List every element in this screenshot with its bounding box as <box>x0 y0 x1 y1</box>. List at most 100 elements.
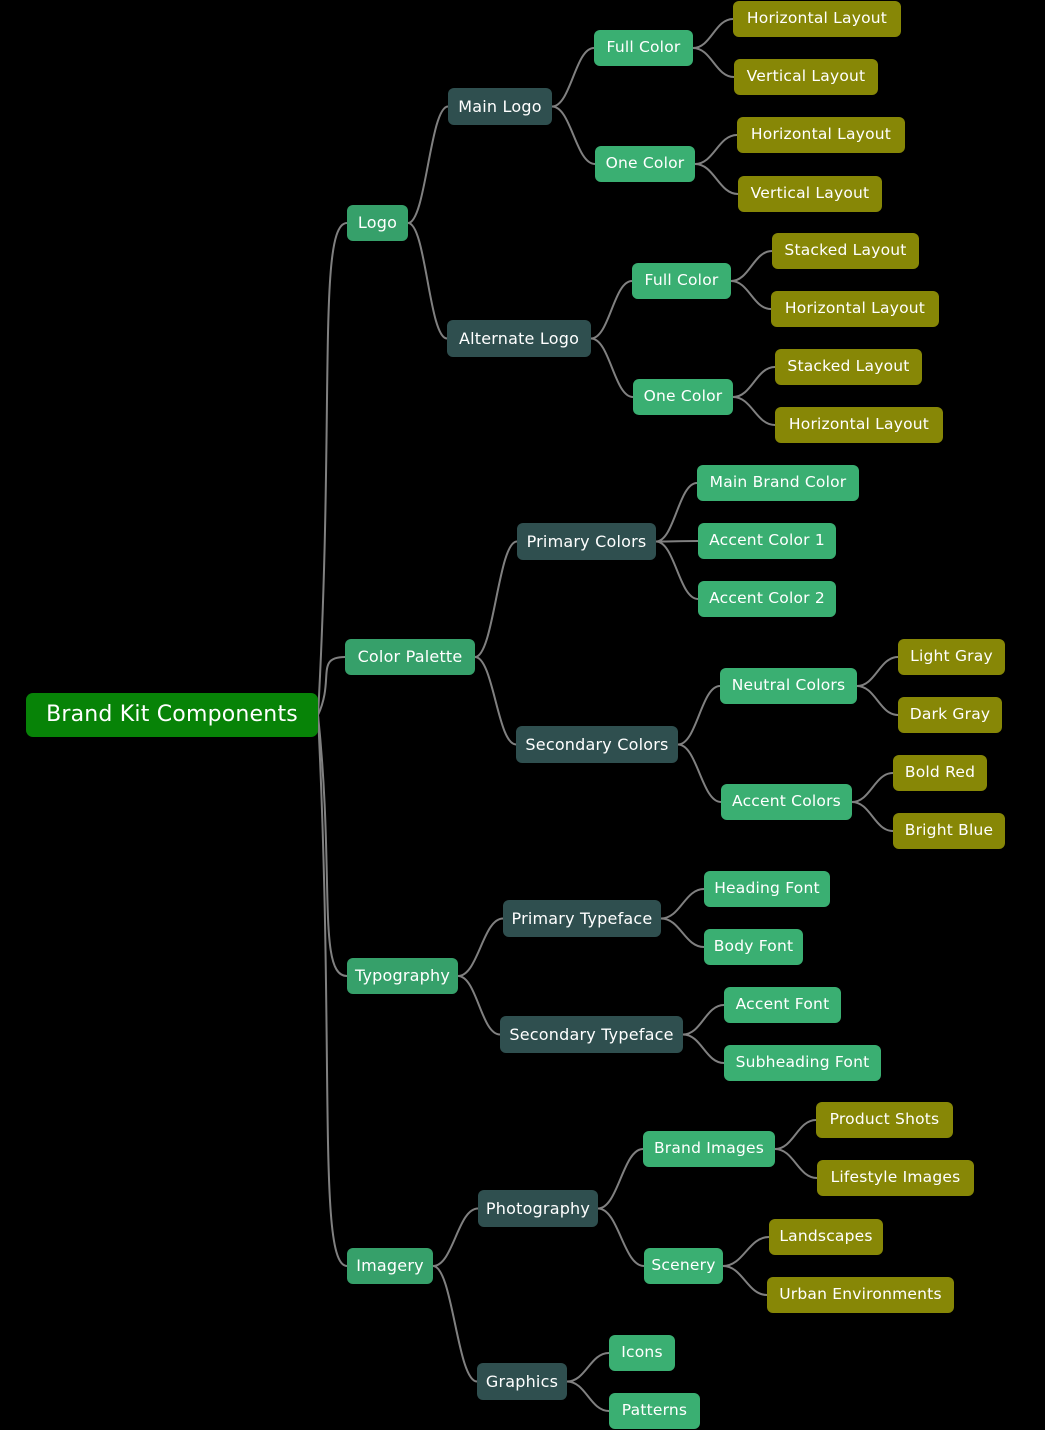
node-logo-main-full-h[interactable]: Horizontal Layout <box>733 1 901 37</box>
node-label: Color Palette <box>357 647 463 666</box>
node-label: Subheading Font <box>735 1053 870 1072</box>
edge-logo-main-full-to-logo-main-full-v <box>692 47 735 78</box>
node-img-graphics-patterns[interactable]: Patterns <box>609 1393 700 1429</box>
edge-img-photography-to-img-scenery <box>597 1207 645 1267</box>
edge-typography-to-type-primary <box>457 917 504 977</box>
edge-root-to-imagery <box>317 714 348 1267</box>
node-type-secondary-accent[interactable]: Accent Font <box>724 987 841 1023</box>
node-logo-main-full[interactable]: Full Color <box>594 30 693 66</box>
node-logo-main-one-v[interactable]: Vertical Layout <box>738 176 882 212</box>
edge-logo-main-to-logo-main-one <box>551 105 596 165</box>
node-palette-sec-accent[interactable]: Accent Colors <box>721 784 852 820</box>
node-img-brand[interactable]: Brand Images <box>643 1131 775 1167</box>
node-label: Primary Colors <box>526 531 647 551</box>
edge-img-graphics-to-img-graphics-patterns <box>566 1380 610 1412</box>
edge-palette-secondary-to-palette-sec-accent <box>677 743 722 803</box>
node-logo-main-full-v[interactable]: Vertical Layout <box>734 59 878 95</box>
edge-logo-main-full-to-logo-main-full-h <box>692 18 734 49</box>
node-img-graphics-icons[interactable]: Icons <box>609 1335 675 1371</box>
edge-img-scenery-to-img-scenery-landscapes <box>722 1236 770 1267</box>
edge-logo-alt-to-logo-alt-one <box>590 337 634 398</box>
node-palette-sec-neutral-lg[interactable]: Light Gray <box>898 639 1005 675</box>
node-label: Product Shots <box>829 1110 940 1129</box>
node-logo-main[interactable]: Main Logo <box>448 88 552 125</box>
node-label: Full Color <box>644 271 719 290</box>
node-label: One Color <box>643 387 723 406</box>
node-palette-sec-neutral-dg[interactable]: Dark Gray <box>898 697 1002 733</box>
edge-type-secondary-to-type-secondary-accent <box>682 1004 725 1036</box>
node-palette-secondary[interactable]: Secondary Colors <box>516 726 678 763</box>
node-label: Graphics <box>485 1371 559 1391</box>
node-type-secondary[interactable]: Secondary Typeface <box>500 1016 683 1053</box>
node-img-brand-lifestyle[interactable]: Lifestyle Images <box>817 1160 974 1196</box>
node-palette[interactable]: Color Palette <box>345 639 475 675</box>
edge-logo-alt-one-to-logo-alt-one-h <box>732 396 776 426</box>
node-label: Stacked Layout <box>787 357 910 376</box>
node-type-primary-body[interactable]: Body Font <box>704 929 803 965</box>
node-palette-primary-main[interactable]: Main Brand Color <box>697 465 859 501</box>
node-label: Secondary Typeface <box>509 1024 674 1044</box>
node-logo-main-one[interactable]: One Color <box>595 146 695 182</box>
edge-palette-sec-neutral-to-palette-sec-neutral-lg <box>856 656 899 687</box>
edge-palette-sec-accent-to-palette-sec-accent-red <box>851 772 894 803</box>
node-typography[interactable]: Typography <box>347 958 458 994</box>
node-label: Bold Red <box>904 763 976 782</box>
node-label: Scenery <box>651 1256 716 1275</box>
edge-logo-alt-to-logo-alt-full <box>590 280 633 340</box>
node-img-photography[interactable]: Photography <box>478 1190 598 1227</box>
node-label: Neutral Colors <box>731 676 846 695</box>
node-label: Horizontal Layout <box>784 299 926 318</box>
node-label: Horizontal Layout <box>750 125 892 144</box>
node-logo-alt[interactable]: Alternate Logo <box>447 320 591 357</box>
node-logo-main-one-h[interactable]: Horizontal Layout <box>737 117 905 153</box>
node-img-scenery-urban[interactable]: Urban Environments <box>767 1277 954 1313</box>
node-img-graphics[interactable]: Graphics <box>477 1363 567 1400</box>
node-palette-primary-a1[interactable]: Accent Color 1 <box>698 523 836 559</box>
node-imagery[interactable]: Imagery <box>347 1248 433 1284</box>
node-label: Heading Font <box>714 879 820 898</box>
node-type-primary-heading[interactable]: Heading Font <box>704 871 830 907</box>
node-palette-sec-accent-red[interactable]: Bold Red <box>893 755 987 791</box>
node-logo-alt-full-s[interactable]: Stacked Layout <box>772 233 919 269</box>
edge-img-scenery-to-img-scenery-urban <box>722 1265 768 1296</box>
node-label: Bright Blue <box>904 821 994 840</box>
node-palette-sec-neutral[interactable]: Neutral Colors <box>720 668 857 704</box>
node-logo[interactable]: Logo <box>347 205 408 241</box>
node-label: Logo <box>357 213 398 232</box>
node-palette-sec-accent-blue[interactable]: Bright Blue <box>893 813 1005 849</box>
node-label: Main Logo <box>458 96 542 116</box>
node-label: Main Brand Color <box>709 473 847 492</box>
node-img-brand-product[interactable]: Product Shots <box>816 1102 953 1138</box>
node-label: Horizontal Layout <box>746 9 888 28</box>
edge-type-primary-to-type-primary-body <box>660 917 705 948</box>
edge-img-brand-to-img-brand-product <box>774 1119 817 1150</box>
root-node-root[interactable]: Brand Kit Components <box>26 693 318 737</box>
edge-typography-to-type-secondary <box>457 975 501 1036</box>
node-label: Vertical Layout <box>750 184 870 203</box>
node-img-scenery-landscapes[interactable]: Landscapes <box>769 1219 883 1255</box>
edge-imagery-to-img-graphics <box>432 1265 478 1383</box>
node-logo-alt-one[interactable]: One Color <box>633 379 733 415</box>
node-label: Accent Font <box>735 995 830 1014</box>
edge-palette-sec-accent-to-palette-sec-accent-blue <box>851 801 894 832</box>
node-label: Accent Color 1 <box>709 531 825 550</box>
node-palette-primary-a2[interactable]: Accent Color 2 <box>698 581 836 617</box>
node-logo-alt-full-h[interactable]: Horizontal Layout <box>771 291 939 327</box>
node-label: Dark Gray <box>909 705 991 724</box>
node-label: Secondary Colors <box>525 734 669 754</box>
edge-root-to-logo <box>317 222 348 716</box>
node-label: Accent Colors <box>732 792 841 811</box>
node-img-scenery[interactable]: Scenery <box>644 1248 723 1284</box>
node-logo-alt-full[interactable]: Full Color <box>632 263 731 299</box>
edge-palette-primary-to-palette-primary-a1 <box>655 540 699 543</box>
edge-palette-to-palette-secondary <box>474 656 517 746</box>
edge-logo-to-logo-alt <box>407 222 448 340</box>
node-palette-primary[interactable]: Primary Colors <box>517 523 656 560</box>
node-type-primary[interactable]: Primary Typeface <box>503 900 661 937</box>
edge-logo-alt-full-to-logo-alt-full-h <box>730 280 772 310</box>
edge-logo-alt-one-to-logo-alt-one-s <box>732 366 776 398</box>
node-logo-alt-one-s[interactable]: Stacked Layout <box>775 349 922 385</box>
node-logo-alt-one-h[interactable]: Horizontal Layout <box>775 407 943 443</box>
node-type-secondary-sub[interactable]: Subheading Font <box>724 1045 881 1081</box>
edge-type-secondary-to-type-secondary-sub <box>682 1033 725 1064</box>
